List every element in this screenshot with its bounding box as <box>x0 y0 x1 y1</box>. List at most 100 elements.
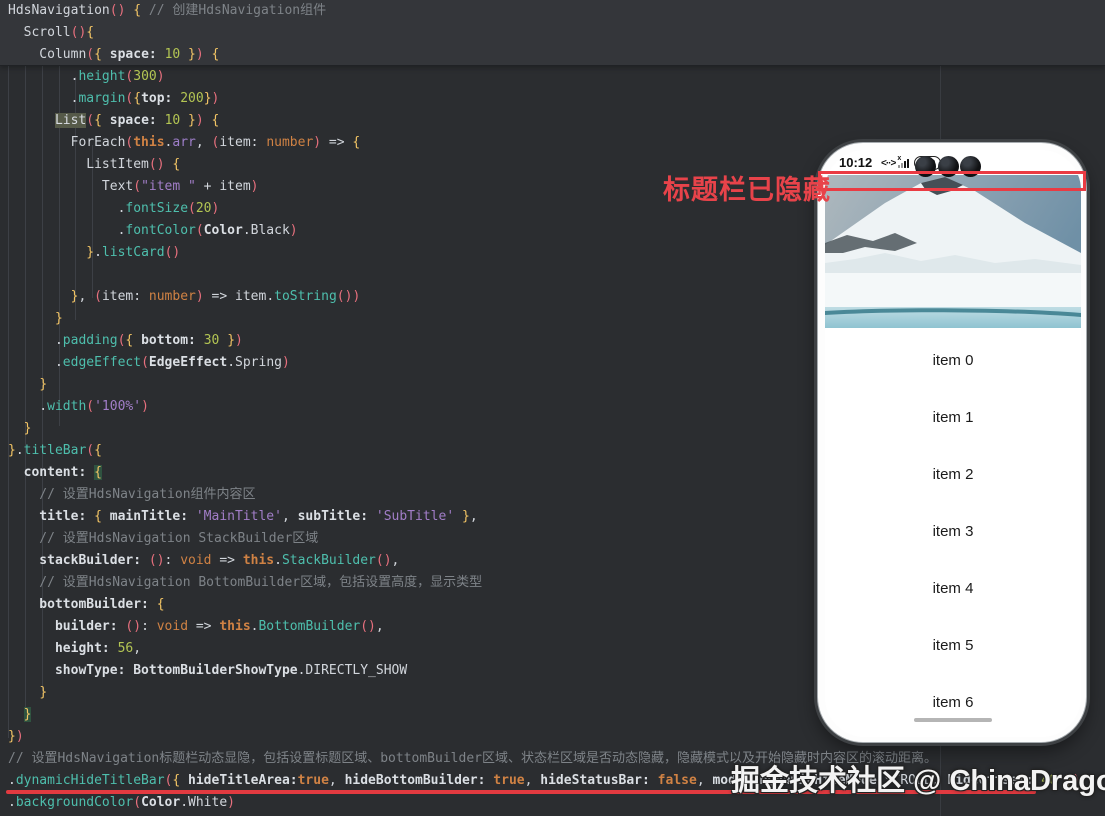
code-token: ) <box>211 201 220 216</box>
code-line[interactable]: Scroll(){ <box>0 22 1105 44</box>
code-line[interactable]: HdsNavigation() { // 创建HdsNavigation组件 <box>0 0 1105 22</box>
code-token: edgeEffect <box>62 355 142 370</box>
code-token: "item " <box>141 179 196 194</box>
code-token: hideStatusBar: <box>540 773 658 788</box>
code-token: margin <box>78 91 126 106</box>
code-token: builder: <box>8 619 126 634</box>
code-token: () <box>109 3 126 18</box>
code-token: ) <box>195 47 204 62</box>
code-token: List <box>54 113 87 128</box>
code-token: , <box>391 553 400 568</box>
code-line[interactable]: .height(300) <box>0 66 1105 88</box>
status-time: 10:12 <box>839 155 873 170</box>
code-token: } <box>8 729 16 744</box>
code-token: space: <box>101 47 165 62</box>
code-token: () <box>148 553 165 568</box>
code-token: number <box>148 289 196 304</box>
code-token: ( <box>188 201 196 216</box>
code-token: } <box>461 509 470 524</box>
code-token: EdgeEffect <box>148 355 228 370</box>
code-token: ) <box>289 223 298 238</box>
mountain-image <box>825 175 1081 328</box>
code-token: { <box>94 47 102 62</box>
code-token: bottomBuilder: <box>8 597 157 612</box>
code-token: false <box>657 773 697 788</box>
code-token: { <box>94 509 102 524</box>
code-token: , <box>469 509 478 524</box>
code-token: } <box>203 91 212 106</box>
code-token: StackBuilder <box>281 553 376 568</box>
code-token: { <box>133 91 142 106</box>
code-token: item: <box>219 135 267 150</box>
code-token: titleBar <box>23 443 87 458</box>
code-token: HdsNavigation <box>8 3 110 18</box>
code-token: . <box>8 91 79 106</box>
phone-preview: 10:12 <··> x 100 <box>817 142 1087 743</box>
code-token: () <box>336 289 353 304</box>
titlebar-hidden-annotation: 标题栏已隐藏 <box>663 175 831 205</box>
code-token: ( <box>133 795 142 810</box>
code-token: 10 <box>164 113 181 128</box>
code-token: : <box>164 553 181 568</box>
code-token: item: <box>101 289 149 304</box>
code-token: () <box>360 619 376 634</box>
code-token: 30 <box>203 333 220 348</box>
code-token: , <box>281 509 298 524</box>
code-token: { <box>133 3 142 18</box>
code-token: { <box>172 157 181 172</box>
code-token: => <box>321 135 353 150</box>
code-token: ( <box>133 179 142 194</box>
code-token: . <box>94 245 102 260</box>
code-token: { <box>156 597 165 612</box>
code-token: () <box>125 619 142 634</box>
code-token: ) <box>281 355 290 370</box>
code-token: ) <box>15 729 24 744</box>
code-token: { <box>94 443 102 458</box>
code-line[interactable]: List({ space: 10 }) { <box>0 110 1105 132</box>
code-token: subTitle: <box>297 509 376 524</box>
code-token: } <box>188 113 196 128</box>
code-token: () <box>148 157 165 172</box>
code-token: , <box>328 773 345 788</box>
code-token: showType: <box>8 663 134 678</box>
code-line[interactable]: Column({ space: 10 }) { <box>0 44 1105 66</box>
code-token: title: <box>8 509 95 524</box>
code-token: } <box>86 245 95 260</box>
code-token: .Black <box>242 223 290 238</box>
code-token: BottomBuilderShowType <box>133 663 298 678</box>
code-token: } <box>23 421 32 436</box>
code-token: ListItem <box>8 157 149 172</box>
code-token: . <box>8 333 63 348</box>
code-token: ) <box>141 399 149 414</box>
code-token: 'MainTitle' <box>195 509 282 524</box>
code-token: => <box>188 619 220 634</box>
code-token: void <box>180 553 212 568</box>
signal-x-badge: x <box>897 154 902 162</box>
code-token: } <box>39 377 48 392</box>
code-token: hideBottomBuilder: <box>344 773 494 788</box>
code-token: true <box>297 773 329 788</box>
code-token: .Spring <box>227 355 282 370</box>
code-token: , <box>524 773 541 788</box>
code-token: () <box>375 553 392 568</box>
code-token: () <box>164 245 181 260</box>
code-token: backgroundColor <box>15 795 134 810</box>
code-line[interactable]: .margin({top: 200}) <box>0 88 1105 110</box>
code-token: bottom: <box>133 333 204 348</box>
code-token: , <box>195 135 212 150</box>
code-token: ( <box>86 443 95 458</box>
code-token: space: <box>101 113 165 128</box>
list-item: item 4 <box>932 580 974 597</box>
code-token: fontColor <box>125 223 196 238</box>
list-item: item 5 <box>932 637 974 654</box>
code-token: ( <box>86 47 95 62</box>
